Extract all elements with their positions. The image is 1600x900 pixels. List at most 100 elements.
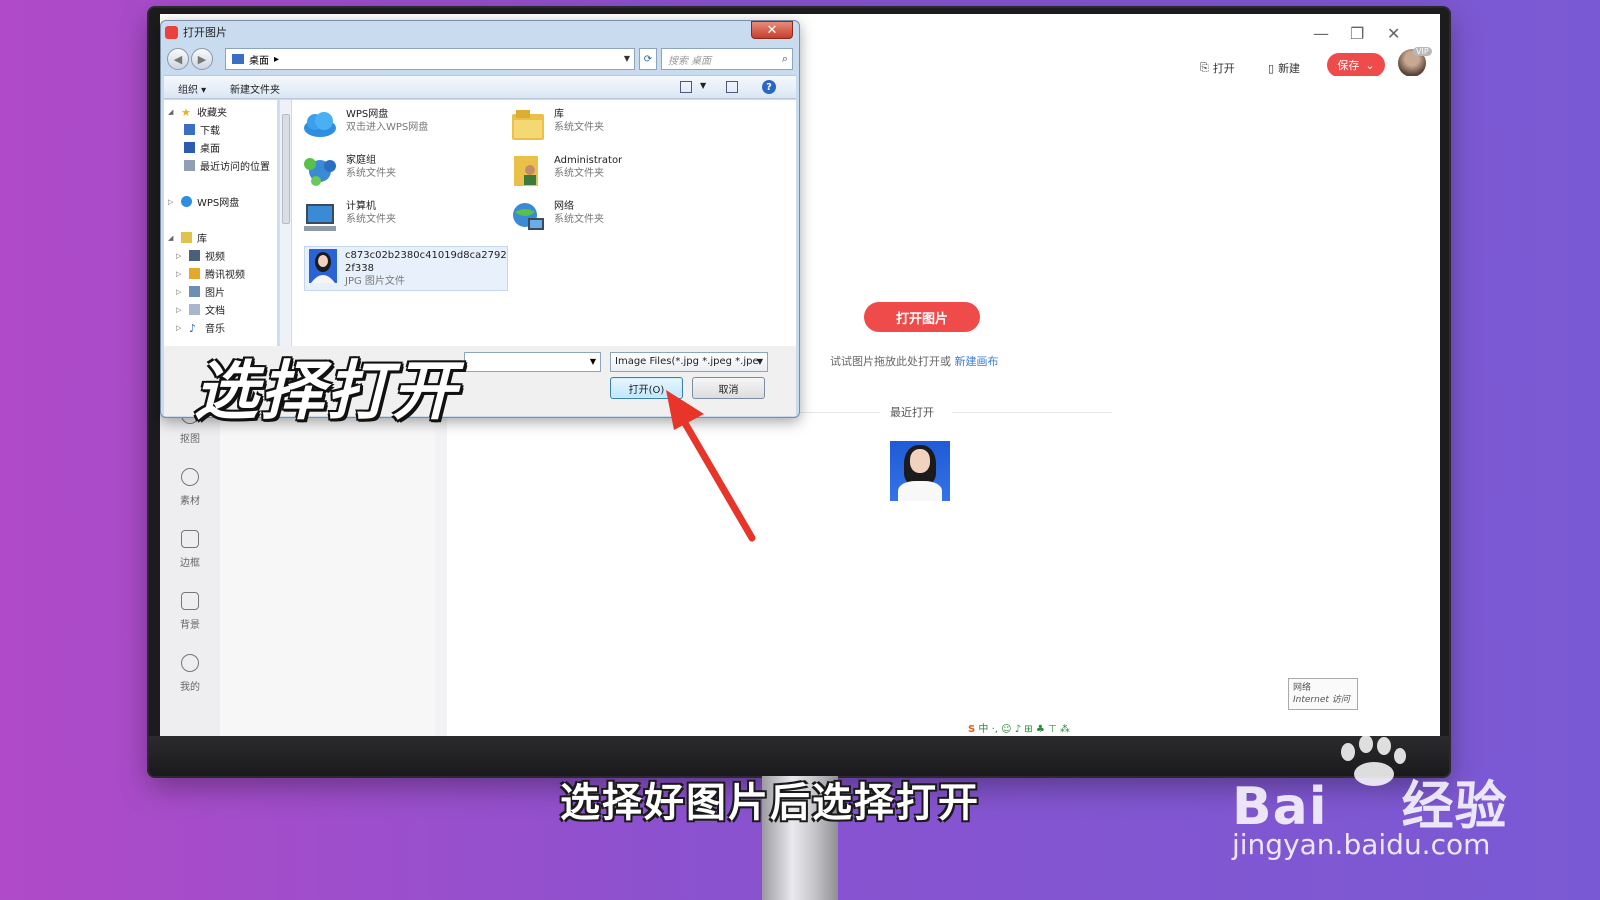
chevron-down-icon[interactable]: ▼ [624, 54, 630, 63]
chevron-down-icon[interactable]: ▼ [590, 357, 596, 366]
new-canvas-link[interactable]: 新建画布 [955, 355, 999, 368]
file-item-administrator[interactable]: Administrator 系统文件夹 [510, 154, 622, 188]
nav-label: 最近访问的位置 [200, 162, 270, 173]
filename-input[interactable]: ▼ [464, 352, 601, 372]
nav-label: 图片 [205, 288, 225, 299]
nav-item-libraries[interactable]: ◢ 库 [168, 230, 207, 245]
file-item-wps-drive[interactable]: WPS网盘 双击进入WPS网盘 [302, 108, 428, 142]
pictures-icon [189, 286, 200, 297]
dialog-title: 打开图片 [165, 24, 227, 40]
recent-title: 最近打开 [890, 406, 934, 419]
file-item-homegroup[interactable]: 家庭组 系统文件夹 [302, 154, 396, 188]
overlay-caption: 选择打开 [194, 355, 458, 429]
open-file-icon: ⎘ [1200, 61, 1209, 74]
rail-label: 边框 [180, 558, 200, 569]
expand-icon: ◢ [168, 107, 174, 116]
rail-item-border[interactable]: 边框 [160, 530, 220, 569]
nav-label: 下载 [200, 126, 220, 137]
new-button[interactable]: ▯ 新建 [1268, 60, 1300, 76]
expand-icon: ◢ [168, 233, 174, 242]
music-icon: ♪ [189, 322, 197, 335]
forward-icon[interactable]: ▶ [191, 48, 213, 70]
network-globe-icon [510, 200, 546, 234]
file-item-jpg[interactable]: c873c02b2380c41019d8ca2792 2f338 JPG 图片文… [304, 246, 508, 291]
minimize-icon[interactable]: — [1313, 24, 1329, 43]
documents-icon [189, 304, 200, 315]
file-type: 系统文件夹 [554, 168, 604, 179]
close-icon[interactable]: ✕ [1387, 24, 1400, 43]
open-button[interactable]: ⎘ 打开 [1200, 60, 1235, 76]
annotation-arrow [666, 390, 756, 542]
restore-icon[interactable]: ❐ [1350, 24, 1364, 43]
nav-item-pictures[interactable]: ▷ 图片 [176, 284, 225, 299]
vip-badge: VIP [1413, 47, 1432, 56]
rail-item-mine[interactable]: 我的 [160, 654, 220, 693]
nav-item-recent[interactable]: 最近访问的位置 [184, 158, 270, 173]
network-label: 网络 [1293, 683, 1312, 693]
address-bar[interactable]: 桌面 ▸ ▼ [225, 48, 635, 70]
desktop-icon [184, 142, 195, 153]
open-label: 打开 [1212, 62, 1235, 75]
ime-toolbar[interactable]: S 中 ·, ☺ ♪ ⊞ ♣ ⊤ ⁂ [968, 720, 1070, 735]
rail-label: 素材 [180, 496, 200, 507]
file-item-network[interactable]: 网络 系统文件夹 [510, 200, 604, 234]
nav-item-tencent-video[interactable]: ▷ 腾讯视频 [176, 266, 245, 281]
refresh-icon[interactable]: ⟳ [639, 48, 657, 70]
pie-icon [181, 468, 199, 486]
file-type-select[interactable]: Image Files(*.jpg *.jpeg *.jpe ▼ [610, 352, 768, 372]
open-image-button[interactable]: 打开图片 [864, 302, 980, 332]
folder-icon [189, 268, 200, 279]
search-placeholder: 搜索 桌面 [668, 55, 712, 67]
nav-item-downloads[interactable]: 下载 [184, 122, 220, 137]
file-item-libraries[interactable]: 库系统文件夹 [510, 108, 604, 142]
expand-icon: ▷ [176, 323, 182, 332]
star-icon: ★ [181, 106, 191, 119]
library-icon [181, 232, 192, 243]
rail-item-background[interactable]: 背景 [160, 592, 220, 631]
view-options-icon[interactable] [680, 81, 692, 93]
nav-label: 桌面 [200, 144, 220, 155]
thumb-face [910, 449, 930, 473]
new-folder-button[interactable]: 新建文件夹 [230, 81, 280, 96]
nav-label: WPS网盘 [197, 198, 240, 209]
internet-access-label: Internet 访问 [1293, 695, 1350, 705]
chevron-down-icon[interactable]: ▼ [700, 81, 706, 90]
file-item-computer[interactable]: 计算机 系统文件夹 [302, 200, 396, 234]
homegroup-icon [302, 154, 338, 188]
recent-places-icon [184, 160, 195, 171]
search-icon: ⌕ [781, 52, 788, 65]
dialog-close-button[interactable]: ✕ [751, 21, 793, 39]
scroll-thumb[interactable] [282, 114, 290, 224]
nav-item-music[interactable]: ▷ ♪ 音乐 [176, 320, 225, 335]
file-name: c873c02b2380c41019d8ca2792 [345, 250, 507, 261]
video-icon [189, 250, 200, 261]
frame-icon [181, 530, 199, 548]
nav-item-desktop[interactable]: 桌面 [184, 140, 220, 155]
help-icon[interactable]: ? [762, 80, 776, 94]
dialog-title-text: 打开图片 [183, 26, 227, 39]
back-icon[interactable]: ◀ [167, 48, 189, 70]
file-type: JPG 图片文件 [345, 276, 405, 287]
nav-scrollbar[interactable] [279, 100, 291, 346]
save-button[interactable]: 保存 ⌄ [1327, 53, 1385, 77]
file-name: 网络 [554, 201, 574, 212]
chevron-down-icon: ⌄ [1365, 58, 1375, 72]
nav-item-videos[interactable]: ▷ 视频 [176, 248, 225, 263]
nav-item-documents[interactable]: ▷ 文档 [176, 302, 225, 317]
organize-menu[interactable]: 组织 ▾ [178, 81, 206, 96]
nav-item-favorites[interactable]: ◢ ★ 收藏夹 [168, 104, 227, 119]
video-subtitle: 选择好图片后选择打开 [560, 780, 980, 826]
watermark-url: jingyan.baidu.com [1232, 828, 1491, 861]
nav-label: 腾讯视频 [205, 270, 245, 281]
nav-item-wps-drive[interactable]: ▷ WPS网盘 [168, 194, 239, 209]
file-type-value: Image Files(*.jpg *.jpeg *.jpe [615, 356, 759, 367]
file-list: WPS网盘 双击进入WPS网盘 库系统文件夹 家庭组 系统文件夹 Administr… [292, 100, 796, 346]
recent-image-thumbnail[interactable] [890, 441, 950, 501]
expand-icon: ▷ [176, 251, 182, 260]
user-icon [181, 654, 199, 672]
search-input[interactable]: 搜索 桌面 ⌕ [661, 48, 793, 70]
preview-pane-icon[interactable] [726, 81, 738, 93]
new-label: 新建 [1278, 62, 1301, 75]
desktop-folder-icon [232, 54, 244, 64]
rail-item-material[interactable]: 素材 [160, 468, 220, 507]
